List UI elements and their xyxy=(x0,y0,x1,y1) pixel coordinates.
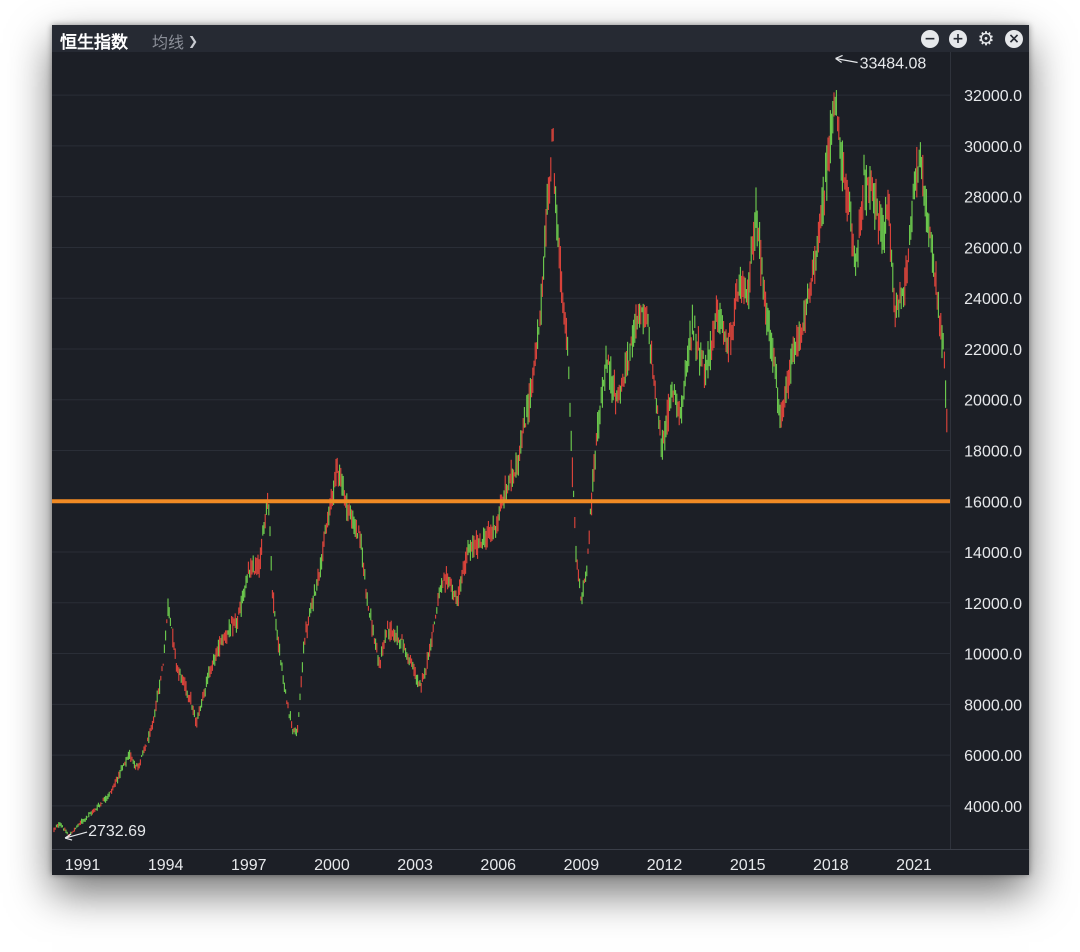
x-tick-label: 2012 xyxy=(647,857,683,874)
y-tick-label: 28000.0 xyxy=(964,190,1022,207)
minus-circle-icon[interactable]: − xyxy=(921,30,939,48)
y-tick-label: 4000.00 xyxy=(964,799,1022,816)
y-tick-label: 20000.0 xyxy=(964,393,1022,410)
y-tick-label: 8000.00 xyxy=(964,697,1022,714)
y-tick-label: 10000.0 xyxy=(964,647,1022,664)
y-tick-label: 18000.0 xyxy=(964,444,1022,461)
max-value-label: 33484.08 xyxy=(860,55,927,72)
moving-average-dropdown[interactable]: 均线 ❯ xyxy=(152,29,198,53)
x-tick-label: 2018 xyxy=(813,857,849,874)
y-tick-label: 24000.0 xyxy=(964,291,1022,308)
x-tick-label: 2021 xyxy=(896,857,932,874)
x-tick-label: 2015 xyxy=(730,857,766,874)
x-tick-label: 2003 xyxy=(397,857,433,874)
x-tick-label: 1997 xyxy=(231,857,267,874)
y-tick-label: 12000.0 xyxy=(964,596,1022,613)
index-title: 恒生指数 xyxy=(60,33,128,53)
y-tick-label: 30000.0 xyxy=(964,139,1022,156)
min-value-label: 2732.69 xyxy=(88,823,146,840)
chart-window: 恒生指数 均线 ❯ − + ⚙ × 4000.00 6000.00 8000.00 1… xyxy=(52,25,1029,875)
chart-header: 恒生指数 均线 ❯ − + ⚙ × xyxy=(52,25,1029,53)
gear-icon[interactable]: ⚙ xyxy=(977,30,995,49)
y-tick-label: 6000.00 xyxy=(964,748,1022,765)
plot-background xyxy=(52,52,1029,875)
y-tick-label: 26000.0 xyxy=(964,240,1022,257)
x-tick-label: 1991 xyxy=(65,857,101,874)
x-tick-label: 2006 xyxy=(480,857,516,874)
plus-circle-icon[interactable]: + xyxy=(949,30,967,48)
y-tick-label: 32000.0 xyxy=(964,88,1022,105)
y-tick-label: 14000.0 xyxy=(964,545,1022,562)
window-controls: − + ⚙ × xyxy=(921,30,1023,49)
y-tick-label: 16000.0 xyxy=(964,494,1022,511)
x-tick-label: 2009 xyxy=(564,857,600,874)
candlestick-chart[interactable]: 4000.00 6000.00 8000.00 10000.0 12000.0 14000… xyxy=(52,52,1029,875)
moving-average-label: 均线 xyxy=(152,33,185,52)
chevron-down-icon: ❯ xyxy=(188,34,199,48)
x-tick-label: 1994 xyxy=(148,857,184,874)
close-circle-icon[interactable]: × xyxy=(1005,30,1023,48)
y-tick-label: 22000.0 xyxy=(964,342,1022,359)
x-tick-label: 2000 xyxy=(314,857,350,874)
